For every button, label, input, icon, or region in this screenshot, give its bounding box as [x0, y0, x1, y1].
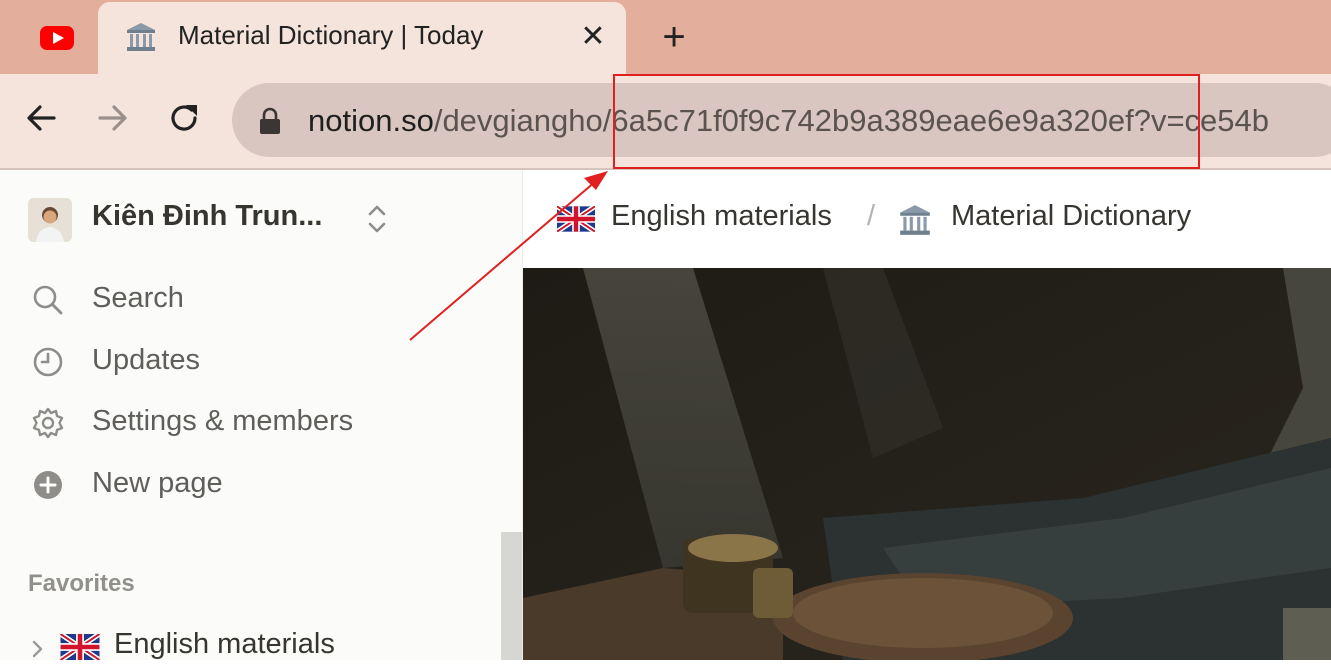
plus-circle-icon: [34, 471, 62, 499]
workspace-name[interactable]: Kiên Đinh Trun...: [92, 200, 322, 233]
forward-arrow-icon[interactable]: [90, 96, 134, 140]
tab-strip: Material Dictionary | Today ✕ +: [0, 0, 1331, 74]
new-tab-button[interactable]: +: [652, 16, 696, 60]
address-bar[interactable]: notion.so/devgiangho/6a5c71f0f9c742b9a38…: [232, 83, 1331, 157]
sidebar-item-label: Settings & members: [92, 405, 354, 437]
sidebar-item-label: English materials: [114, 628, 335, 660]
clock-icon: [33, 347, 63, 377]
sidebar: Kiên Đinh Trun... Search Updates Setting…: [0, 170, 523, 660]
youtube-icon: [40, 26, 74, 50]
sidebar-item-search[interactable]: Search: [30, 276, 470, 320]
search-icon: [33, 285, 63, 315]
uk-flag-icon: [557, 206, 595, 232]
avatar[interactable]: [28, 198, 72, 242]
chevron-up-down-icon[interactable]: [364, 202, 390, 236]
cover-painting: [523, 268, 1331, 660]
sidebar-item-updates[interactable]: Updates: [30, 338, 470, 382]
sidebar-scrollbar[interactable]: [501, 532, 522, 660]
sidebar-item-settings[interactable]: Settings & members: [30, 399, 470, 443]
breadcrumb-separator: /: [867, 200, 876, 232]
sidebar-item-label: Updates: [92, 344, 201, 376]
lock-icon[interactable]: [258, 107, 282, 135]
uk-flag-icon: [60, 634, 100, 660]
browser-toolbar: notion.so/devgiangho/6a5c71f0f9c742b9a38…: [0, 74, 1331, 170]
back-arrow-icon[interactable]: [20, 96, 64, 140]
breadcrumb-label: Material Dictionary: [951, 200, 1192, 232]
sidebar-item-label: New page: [92, 467, 223, 499]
classical-building-icon: [900, 205, 930, 235]
page-cover-image[interactable]: [523, 268, 1331, 660]
tab-youtube[interactable]: [22, 18, 88, 58]
reload-icon[interactable]: [162, 96, 206, 140]
url-text[interactable]: notion.so/devgiangho/6a5c71f0f9c742b9a38…: [308, 103, 1269, 139]
close-tab-icon[interactable]: ✕: [576, 20, 610, 54]
tab-material-dictionary[interactable]: Material Dictionary | Today ✕: [98, 2, 626, 74]
sidebar-item-new-page[interactable]: New page: [30, 461, 470, 505]
sidebar-item-english-materials[interactable]: English materials: [28, 626, 468, 670]
classical-building-icon: [127, 23, 155, 51]
favorites-heading: Favorites: [28, 570, 135, 597]
gear-icon: [32, 407, 64, 439]
tab-title: Material Dictionary | Today: [178, 20, 484, 50]
url-path: /devgiangho/6a5c71f0f9c742b9a389eae6e9a3…: [433, 103, 1270, 138]
breadcrumb-label: English materials: [611, 200, 832, 232]
main-content: English materials / Material Dictionary: [523, 170, 1331, 660]
url-host: notion.so: [308, 103, 434, 138]
sidebar-item-label: Search: [92, 282, 184, 314]
